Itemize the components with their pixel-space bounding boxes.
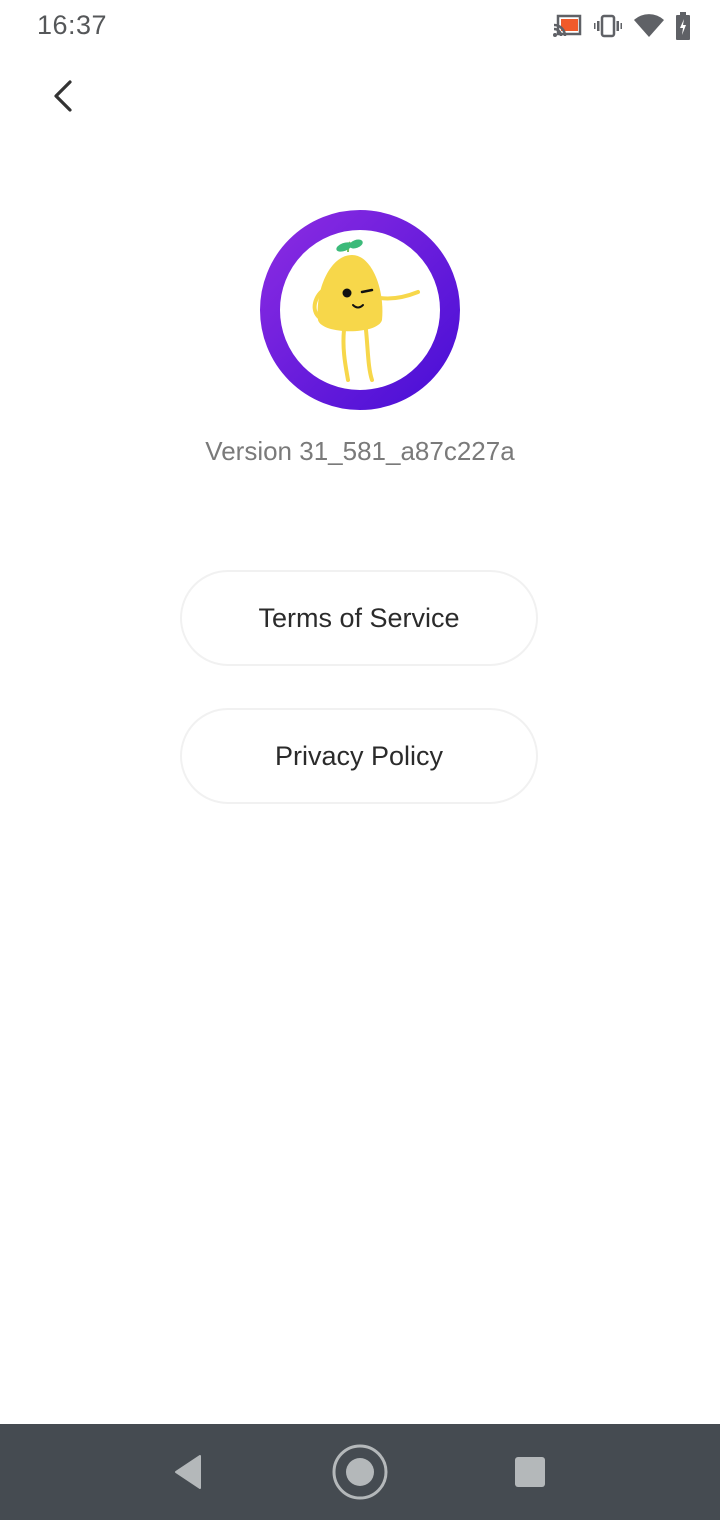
nav-home-button[interactable] (312, 1424, 408, 1520)
system-nav-bar (0, 1424, 720, 1520)
app-version: Version 31_581_a87c227a (205, 436, 515, 466)
battery-charging-icon (676, 12, 690, 40)
wifi-icon (634, 14, 664, 38)
vibrate-icon (594, 14, 622, 38)
privacy-policy-label: Privacy Policy (274, 740, 444, 771)
status-bar: 16:37 (0, 0, 720, 56)
terms-of-service-button[interactable]: Terms of Service (180, 570, 538, 666)
mascot-logo (260, 210, 460, 410)
nav-recents-icon (515, 1457, 545, 1487)
chevron-left-icon (54, 80, 72, 112)
nav-back-button[interactable] (140, 1424, 236, 1520)
status-time: 16:37 (37, 10, 108, 40)
nav-back-icon (175, 1455, 201, 1489)
status-icons (552, 12, 690, 40)
back-button[interactable] (40, 72, 88, 120)
nav-recents-button[interactable] (482, 1424, 578, 1520)
terms-of-service-label: Terms of Service (258, 602, 460, 633)
cast-icon (552, 14, 582, 38)
privacy-policy-button[interactable]: Privacy Policy (180, 708, 538, 804)
nav-home-icon (332, 1444, 388, 1500)
